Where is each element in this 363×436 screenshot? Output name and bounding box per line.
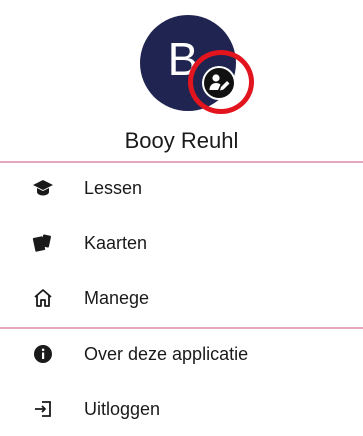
menu-item-label: Lessen (84, 177, 143, 198)
cards-icon (32, 232, 54, 254)
home-icon (32, 287, 54, 309)
divider (0, 327, 363, 329)
menu-item-over-deze-applicatie[interactable]: Over deze applicatie (0, 334, 363, 374)
info-icon (32, 343, 54, 365)
logout-icon (32, 398, 54, 420)
menu-item-uitloggen[interactable]: Uitloggen (0, 389, 363, 429)
person-edit-icon (204, 68, 234, 98)
menu-item-label: Manege (84, 287, 150, 308)
menu-item-label: Kaarten (84, 232, 148, 253)
divider (0, 161, 363, 163)
menu-item-manege[interactable]: Manege (0, 278, 363, 318)
user-name: Booy Reuhl (124, 128, 239, 153)
navigation-drawer: B Booy Reuhl Lessen Kaarten Manege Over … (0, 0, 363, 436)
menu-item-kaarten[interactable]: Kaarten (0, 223, 363, 263)
menu-item-label: Uitloggen (84, 398, 161, 419)
menu-item-lessen[interactable]: Lessen (0, 168, 363, 208)
menu-item-label: Over deze applicatie (84, 343, 249, 364)
graduation-cap-icon (32, 177, 54, 199)
edit-profile-badge[interactable] (202, 66, 236, 100)
